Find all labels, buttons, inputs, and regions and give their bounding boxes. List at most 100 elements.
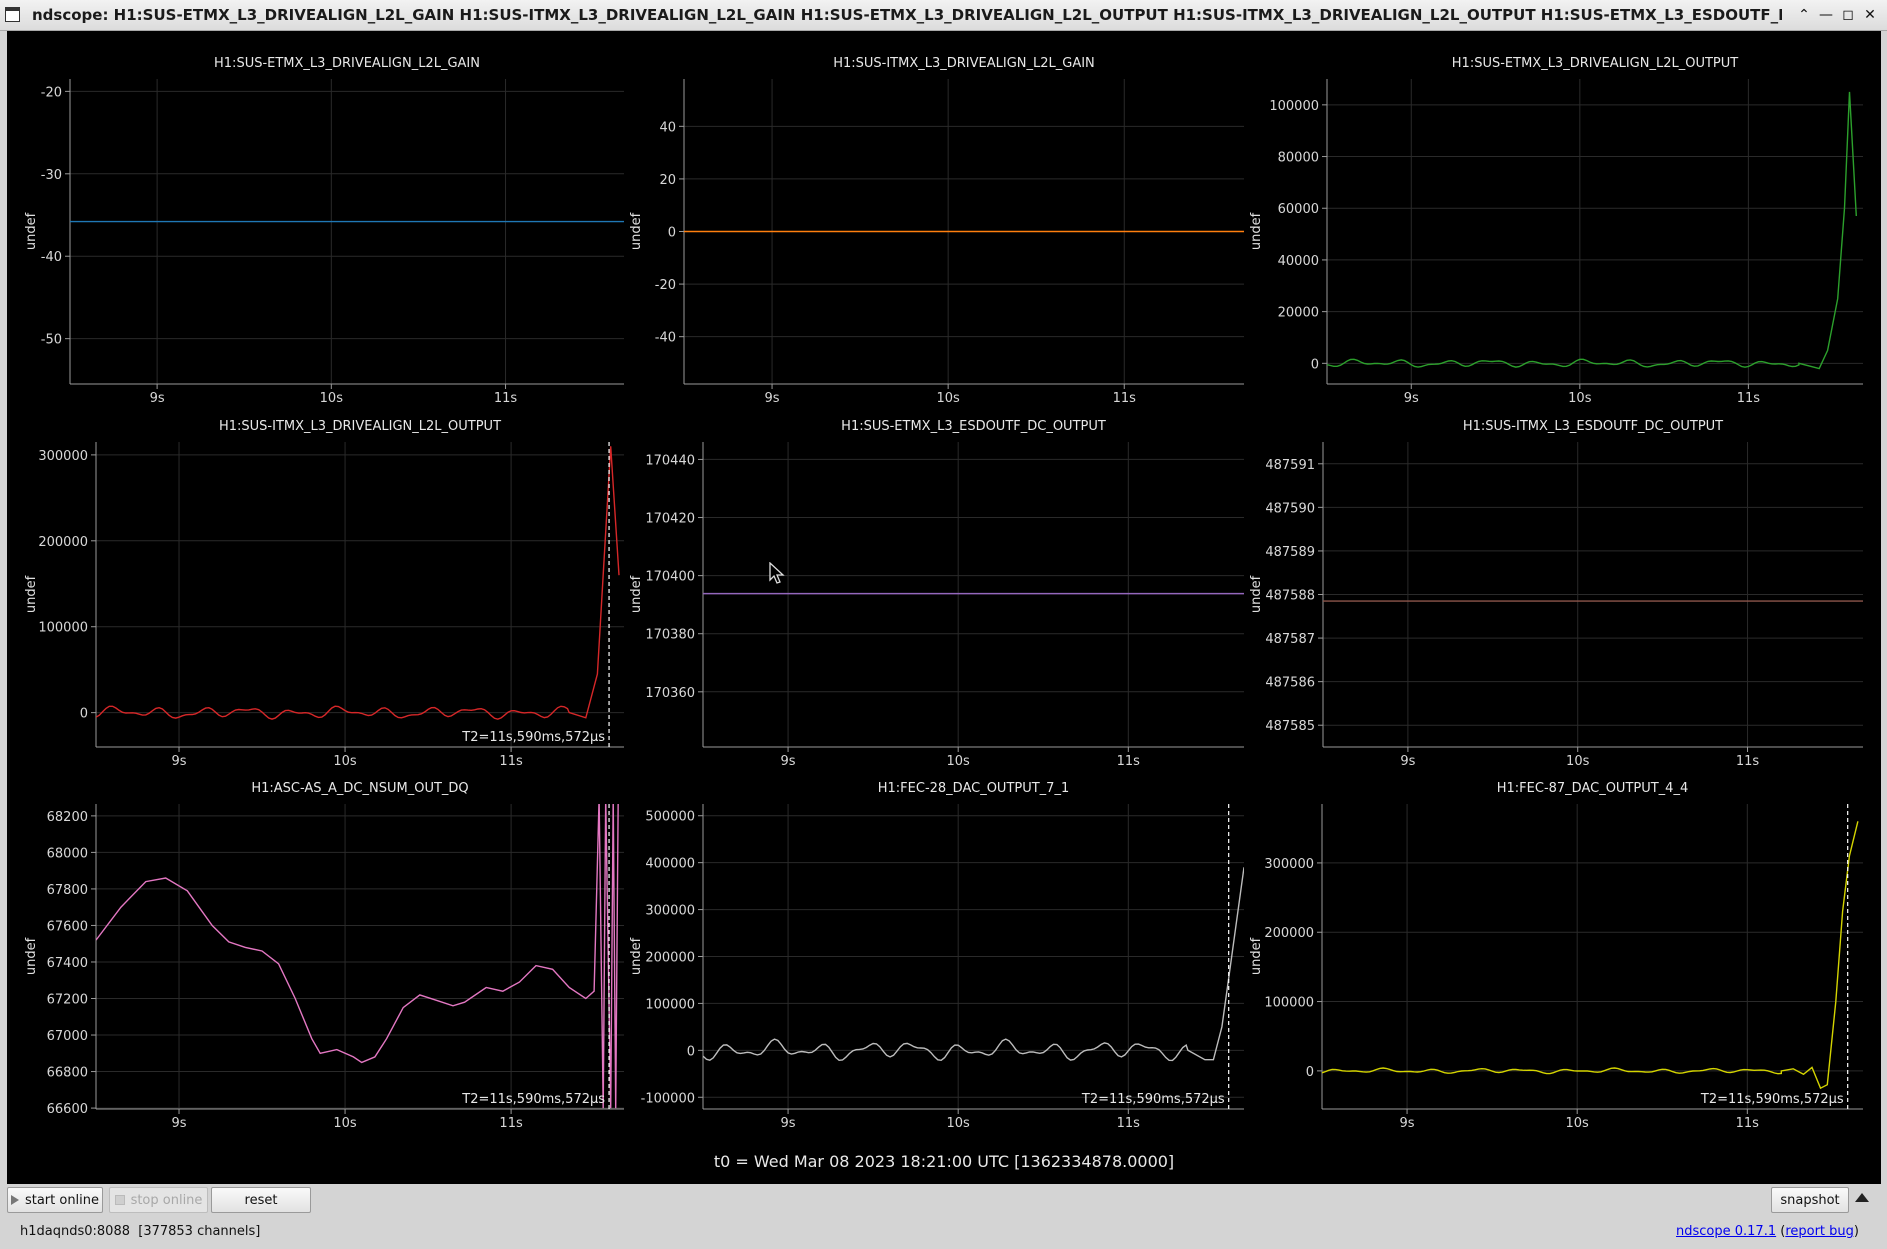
x-tick-label: 10s [936,391,960,406]
start-online-button[interactable]: start online [7,1187,103,1213]
series-trace [703,867,1244,1062]
x-tick-label: 10s [947,754,971,769]
x-tick-label: 9s [781,754,796,769]
shade-window-button[interactable]: ⌃ [1793,5,1815,25]
x-tick-label: 11s [1736,1116,1760,1131]
plot-panel[interactable]: 9s 10s 11s 300000 200000 100000 0 H1:SUS-ITMX_L… [24,419,624,769]
stop-online-button[interactable]: stop online [109,1187,208,1213]
plot-panel[interactable]: 9s 10s 11s 487591 487590 487589 487588 487587 48… [1249,419,1863,769]
x-tick-label: 11s [1737,391,1761,406]
x-tick-label: 9s [1404,391,1419,406]
y-axis-label: undef [1249,937,1264,975]
t2-cursor-label: T2=11s,590ms,572µs [1700,1092,1844,1107]
y-tick-label: 0 [80,707,88,722]
y-tick-label: 67600 [47,919,88,934]
plot-area[interactable]: 9s 10s 11s -20 -30 -40 -50 H1:SUS-ETMX_L3_DRIVE… [7,31,1881,1184]
y-tick-label: -40 [41,250,62,265]
y-tick-label: 0 [668,226,676,241]
plot-title: H1:SUS-ETMX_L3_DRIVEALIGN_L2L_OUTPUT [1452,56,1738,71]
t2-cursor-label: T2=11s,590ms,572µs [461,1092,605,1107]
y-tick-label: 0 [687,1044,695,1059]
x-tick-label: 9s [171,1116,186,1131]
y-tick-label: 200000 [1264,926,1314,941]
plot-panel[interactable]: 9s 10s 11s 170440 170420 170400 170380 170360 H1… [629,419,1244,769]
plot-panel[interactable]: 9s 10s 11s 68200 68000 67800 67600 67400 67200 67… [24,781,624,1131]
stop-icon [114,1195,125,1205]
x-tick-label: 9s [171,754,186,769]
x-tick-label: 10s [333,754,357,769]
x-tick-label: 10s [1568,391,1592,406]
y-tick-label: -40 [655,331,676,346]
x-tick-label: 10s [1566,1116,1590,1131]
x-tick-label: 11s [494,391,518,406]
y-tick-label: 100000 [645,997,695,1012]
y-tick-label: 66800 [47,1066,88,1081]
plot-grid[interactable]: 9s 10s 11s -20 -30 -40 -50 H1:SUS-ETMX_L3_DRIVE… [7,31,1881,1184]
y-tick-label: 80000 [1278,151,1319,166]
y-tick-label: 68200 [47,810,88,825]
y-tick-label: 170380 [645,628,695,643]
y-tick-label: -20 [655,278,676,293]
y-tick-label: 200000 [645,951,695,966]
plot-title: H1:FEC-87_DAC_OUTPUT_4_4 [1497,781,1688,796]
y-tick-label: 67800 [47,883,88,898]
y-tick-label: -30 [41,168,62,183]
y-tick-label: 487591 [1265,458,1315,473]
control-bar: start online stop online reset snapshot [0,1184,1887,1217]
start-online-label: start online [24,1192,100,1208]
plot-panel[interactable]: 9s 10s 11s 500000 400000 300000 200000 100000 0 -… [629,781,1244,1131]
y-tick-label: 487585 [1265,719,1315,734]
y-tick-label: 300000 [38,449,88,464]
plot-title: H1:SUS-ITMX_L3_ESDOUTF_DC_OUTPUT [1463,419,1723,434]
y-tick-label: 170420 [645,512,695,527]
plot-panel[interactable]: 9s 10s 11s -20 -30 -40 -50 H1:SUS-ETMX_L3_DRIVE… [24,56,624,406]
report-bug-link[interactable]: report bug [1785,1224,1854,1239]
x-tick-label: 10s [333,1116,357,1131]
y-tick-label: 487586 [1265,676,1315,691]
version-link[interactable]: ndscope 0.17.1 [1676,1224,1776,1239]
series-trace [96,446,620,720]
y-tick-label: 200000 [38,535,88,550]
collapse-arrow-icon[interactable] [1855,1193,1869,1202]
plot-title: H1:SUS-ETMX_L3_ESDOUTF_DC_OUTPUT [841,419,1106,434]
plot-panel[interactable]: 9s 10s 11s 100000 80000 60000 40000 20000 0 H1:SU… [1249,56,1863,406]
plot-title: H1:SUS-ITMX_L3_DRIVEALIGN_L2L_GAIN [833,56,1095,71]
x-tick-label: 10s [947,1116,971,1131]
y-axis-label: undef [1249,212,1264,250]
window-title: ndscope: H1:SUS-ETMX_L3_DRIVEALIGN_L2L_G… [32,6,1782,24]
x-tick-label: 11s [1736,754,1760,769]
t2-cursor-label: T2=11s,590ms,572µs [461,730,605,745]
y-tick-label: 66600 [47,1102,88,1117]
plot-panel[interactable]: 9s 10s 11s 300000 200000 100000 0 H1:FEC-87_DAC… [1249,781,1863,1131]
reset-button[interactable]: reset [211,1187,311,1213]
y-axis-label: undef [24,937,39,975]
y-tick-label: 487590 [1265,501,1315,516]
y-axis-label: undef [629,937,644,975]
x-tick-label: 11s [499,1116,523,1131]
mouse-pointer-icon [769,562,785,584]
y-tick-label: 300000 [1264,857,1314,872]
minimize-button[interactable]: — [1815,5,1837,25]
series-trace [96,804,619,1109]
y-tick-label: 20000 [1278,306,1319,321]
y-tick-label: 300000 [645,904,695,919]
x-tick-label: 9s [765,391,780,406]
maximize-button[interactable]: ◻ [1837,5,1859,25]
plot-panel[interactable]: 9s 10s 11s 40 20 0 -20 -40 H1:SUS-ITMX_L3_DRIVEA… [629,56,1244,406]
y-tick-label: 170440 [645,453,695,468]
y-tick-label: 170400 [645,570,695,585]
close-button[interactable]: ✕ [1859,5,1881,25]
x-tick-label: 10s [320,391,344,406]
plot-title: H1:SUS-ITMX_L3_DRIVEALIGN_L2L_OUTPUT [219,419,501,434]
app-icon [5,7,20,22]
y-tick-label: 40000 [1278,254,1319,269]
y-tick-label: 0 [1311,357,1319,372]
version-info: ndscope 0.17.1 (report bug) [1676,1224,1859,1239]
x-tick-label: 9s [781,1116,796,1131]
x-tick-label: 11s [1117,1116,1141,1131]
y-tick-label: 67400 [47,956,88,971]
x-tick-label: 10s [1566,754,1590,769]
snapshot-button[interactable]: snapshot [1771,1187,1849,1213]
y-tick-label: -50 [41,333,62,348]
y-axis-label: undef [629,575,644,613]
